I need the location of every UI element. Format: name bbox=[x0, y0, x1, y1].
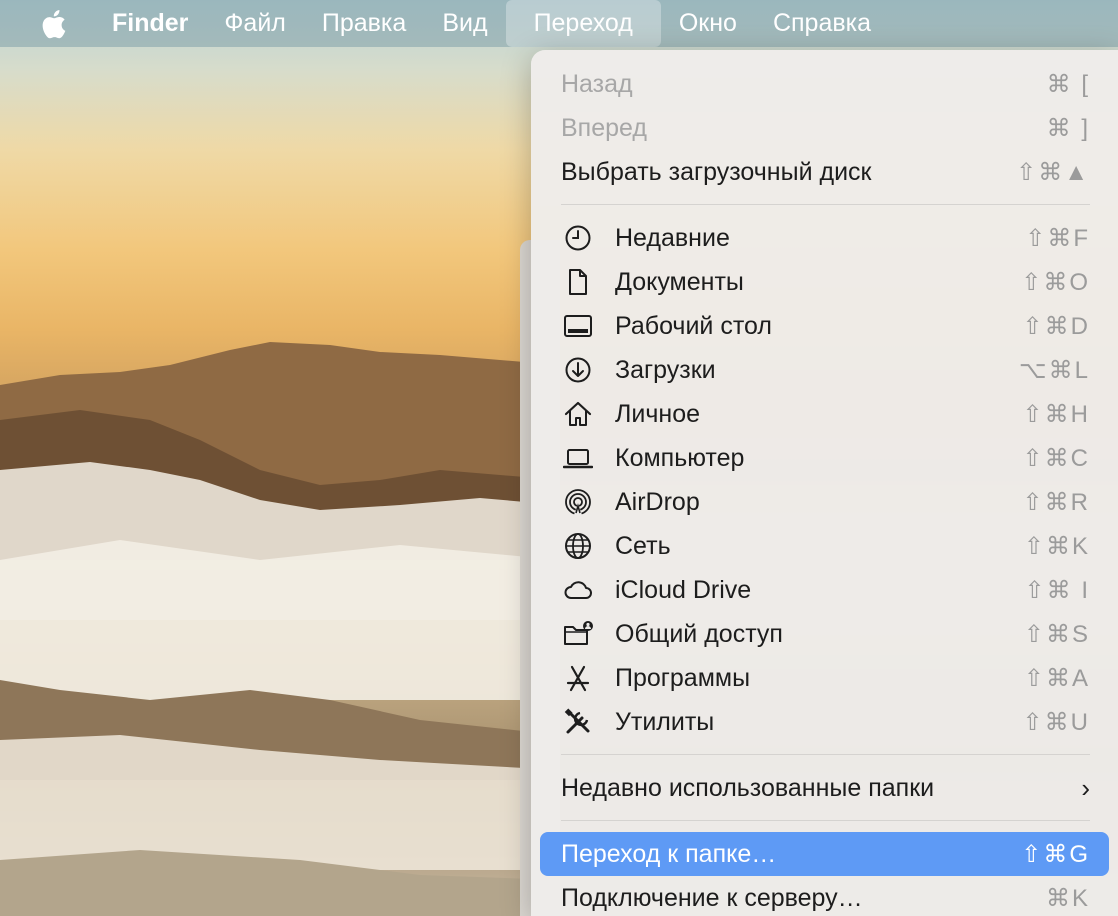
globe-icon bbox=[561, 529, 595, 563]
menu-item-computer[interactable]: Компьютер ⇧⌘C bbox=[531, 436, 1118, 480]
menu-item-label: Сеть bbox=[615, 531, 671, 560]
menu-separator bbox=[561, 754, 1090, 755]
home-icon bbox=[561, 397, 595, 431]
menu-item-airdrop[interactable]: AirDrop ⇧⌘R bbox=[531, 480, 1118, 524]
menu-separator bbox=[561, 204, 1090, 205]
menu-item-label: Документы bbox=[615, 267, 744, 296]
menu-item-network[interactable]: Сеть ⇧⌘K bbox=[531, 524, 1118, 568]
menu-item-shortcut: ⌘ [ bbox=[1046, 70, 1090, 98]
document-icon bbox=[561, 265, 595, 299]
menu-item-label: iCloud Drive bbox=[615, 575, 752, 604]
laptop-icon bbox=[561, 441, 595, 475]
menu-item-shortcut: ⇧⌘H bbox=[1022, 400, 1090, 428]
menu-item-applications[interactable]: Программы ⇧⌘A bbox=[531, 656, 1118, 700]
menubar-view[interactable]: Вид bbox=[424, 0, 505, 47]
airdrop-icon bbox=[561, 485, 595, 519]
menubar-help[interactable]: Справка bbox=[755, 0, 889, 47]
menu-item-shortcut: ⌘K bbox=[1045, 884, 1090, 912]
menu-item-label: Подключение к серверу… bbox=[561, 883, 863, 912]
wallpaper-mountain-image bbox=[0, 342, 560, 916]
menu-item-back[interactable]: Назад ⌘ [ bbox=[531, 62, 1118, 106]
menu-item-label: Общий доступ bbox=[615, 619, 783, 648]
menu-item-documents[interactable]: Документы ⇧⌘O bbox=[531, 260, 1118, 304]
menu-item-label: Утилиты bbox=[615, 707, 715, 736]
download-icon bbox=[561, 353, 595, 387]
cloud-icon bbox=[561, 573, 595, 607]
menu-item-label: Переход к папке… bbox=[561, 839, 777, 868]
menubar-go[interactable]: Переход bbox=[505, 0, 661, 47]
menu-item-shortcut: ⇧⌘G bbox=[1021, 840, 1090, 868]
menu-item-icloud[interactable]: iCloud Drive ⇧⌘ I bbox=[531, 568, 1118, 612]
go-menu-dropdown: Назад ⌘ [ Вперед ⌘ ] Выбрать загрузочный… bbox=[531, 50, 1118, 916]
apple-menu[interactable] bbox=[0, 0, 94, 47]
menu-bar: Finder Файл Правка Вид Переход Окно Спра… bbox=[0, 0, 1118, 47]
menu-item-shortcut: ⇧⌘O bbox=[1021, 268, 1090, 296]
menu-item-label: Вперед bbox=[561, 113, 647, 142]
clock-icon bbox=[561, 221, 595, 255]
menubar-finder[interactable]: Finder bbox=[94, 0, 206, 47]
menu-item-shortcut: ⇧⌘R bbox=[1022, 488, 1090, 516]
menu-item-shortcut: ⌥⌘L bbox=[1018, 356, 1090, 384]
tools-icon bbox=[561, 705, 595, 739]
menu-item-desktop[interactable]: Рабочий стол ⇧⌘D bbox=[531, 304, 1118, 348]
menu-item-label: Личное bbox=[615, 399, 701, 428]
menu-item-label: Загрузки bbox=[615, 355, 716, 384]
menu-item-utilities[interactable]: Утилиты ⇧⌘U bbox=[531, 700, 1118, 744]
menu-item-shortcut: ⇧⌘ I bbox=[1024, 576, 1090, 604]
menu-item-shortcut: ⇧⌘F bbox=[1025, 224, 1090, 252]
menu-item-shortcut: ⇧⌘D bbox=[1022, 312, 1090, 340]
menubar-window[interactable]: Окно bbox=[661, 0, 755, 47]
menu-item-shortcut: ⇧⌘K bbox=[1023, 532, 1090, 560]
apps-icon bbox=[561, 661, 595, 695]
menu-item-label: Недавно использованные папки bbox=[561, 773, 935, 802]
menu-item-shortcut: ⌘ ] bbox=[1046, 114, 1090, 142]
menu-item-forward[interactable]: Вперед ⌘ ] bbox=[531, 106, 1118, 150]
chevron-right-icon: › bbox=[1081, 772, 1090, 803]
menu-item-label: Выбрать загрузочный диск bbox=[561, 157, 872, 186]
menu-item-label: Рабочий стол bbox=[615, 311, 772, 340]
menu-item-shortcut: ⇧⌘▲ bbox=[1016, 158, 1090, 186]
menu-item-startup-disk[interactable]: Выбрать загрузочный диск ⇧⌘▲ bbox=[531, 150, 1118, 194]
menu-item-label: Недавние bbox=[615, 223, 730, 252]
shared-folder-icon bbox=[561, 617, 595, 651]
menu-item-label: Компьютер bbox=[615, 443, 745, 472]
menu-item-recent-folders[interactable]: Недавно использованные папки › bbox=[531, 766, 1118, 810]
menu-item-recents[interactable]: Недавние ⇧⌘F bbox=[531, 216, 1118, 260]
menu-separator bbox=[561, 820, 1090, 821]
menu-item-shortcut: ⇧⌘A bbox=[1023, 664, 1090, 692]
menu-item-label: Программы bbox=[615, 663, 751, 692]
menu-item-shortcut: ⇧⌘U bbox=[1022, 708, 1090, 736]
menu-item-shortcut: ⇧⌘S bbox=[1023, 620, 1090, 648]
desktop-icon bbox=[561, 309, 595, 343]
apple-logo-icon bbox=[42, 9, 66, 38]
menubar-file[interactable]: Файл bbox=[206, 0, 303, 47]
menu-item-label: Назад bbox=[561, 69, 633, 98]
menu-item-go-to-folder[interactable]: Переход к папке… ⇧⌘G bbox=[540, 832, 1109, 876]
menu-item-connect-server[interactable]: Подключение к серверу… ⌘K bbox=[531, 876, 1118, 916]
menu-item-shortcut: ⇧⌘C bbox=[1022, 444, 1090, 472]
menu-item-shared[interactable]: Общий доступ ⇧⌘S bbox=[531, 612, 1118, 656]
menu-item-home[interactable]: Личное ⇧⌘H bbox=[531, 392, 1118, 436]
menu-item-downloads[interactable]: Загрузки ⌥⌘L bbox=[531, 348, 1118, 392]
menubar-edit[interactable]: Правка bbox=[304, 0, 424, 47]
menu-item-label: AirDrop bbox=[615, 487, 700, 516]
